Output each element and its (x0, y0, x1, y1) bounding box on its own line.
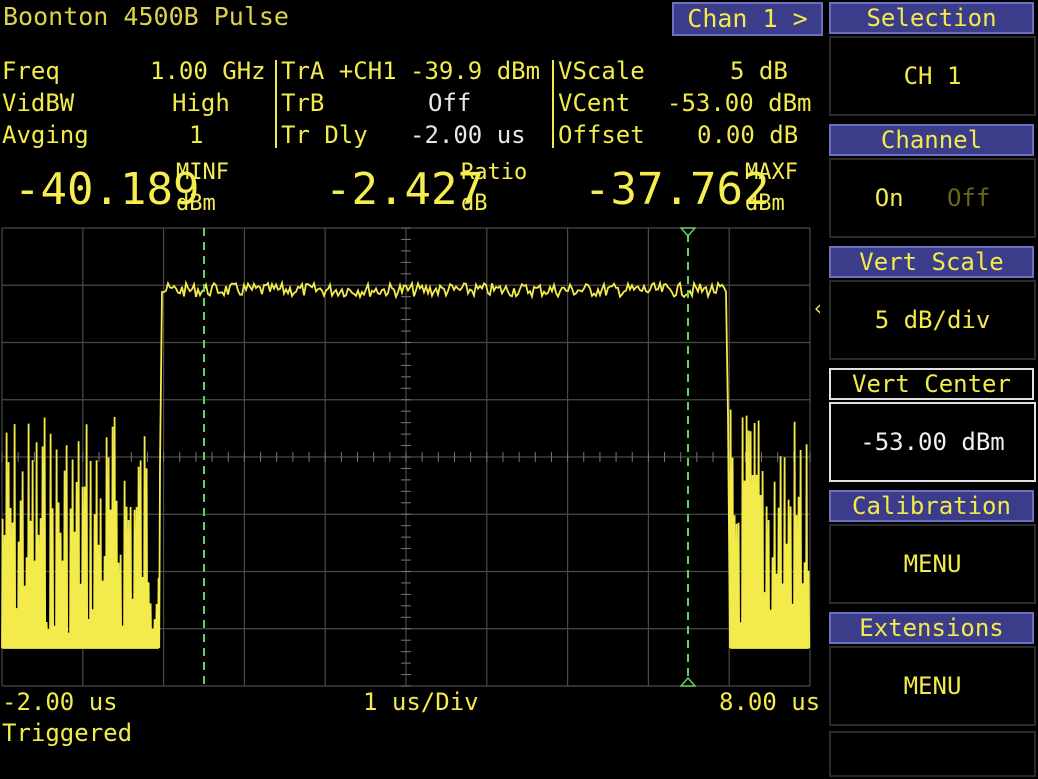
reference-arrow-icon: ‹ (812, 296, 825, 320)
param-label-freq: Freq (2, 57, 60, 85)
readout-minf-value: -40.189 (14, 164, 200, 215)
menu-selection-value[interactable]: CH 1 (829, 36, 1036, 116)
menu-calibration-value[interactable]: MENU (829, 524, 1036, 604)
readout-maxf-unit: dBm (745, 191, 785, 216)
column-separator (552, 60, 554, 148)
param-value-freq: 1.00 GHz (150, 57, 266, 85)
menu-channel-toggle[interactable]: On Off (829, 158, 1036, 238)
param-label-tra: TrA +CH1 (281, 57, 397, 85)
param-label-vidbw: VidBW (2, 89, 75, 117)
param-value-trdly: -2.00 us (410, 121, 526, 149)
readout-maxf-value: -37.762 (584, 164, 770, 215)
time-end-label: 8.00 us (719, 688, 821, 716)
channel-on-option[interactable]: On (875, 184, 904, 212)
trigger-status: Triggered (2, 719, 133, 747)
param-label-vscale: VScale (558, 57, 645, 85)
param-label-trdly: Tr Dly (281, 121, 368, 149)
marker-bottom-triangle (679, 676, 697, 687)
readout-minf: -40.189 (14, 165, 199, 215)
param-label-vcent: VCent (558, 89, 631, 117)
menu-extensions-value[interactable]: MENU (829, 646, 1036, 726)
readout-minf-label: MINF (176, 160, 229, 185)
channel-off-option[interactable]: Off (947, 184, 990, 212)
param-value-offset: 0.00 dB (697, 121, 799, 149)
readout-maxf-label: MAXF (745, 160, 798, 185)
readout-minf-unit: dBm (176, 191, 216, 216)
waveform-display[interactable] (0, 226, 812, 688)
param-value-trb: Off (428, 89, 472, 117)
menu-extensions-title[interactable]: Extensions (829, 612, 1034, 644)
param-value-tra: -39.9 dBm (410, 57, 541, 85)
param-label-avging: Avging (2, 121, 89, 149)
menu-empty-slot (829, 731, 1036, 777)
menu-vscale-title[interactable]: Vert Scale (829, 246, 1034, 278)
instrument-title: Boonton 4500B Pulse (3, 2, 289, 31)
param-value-vidbw: High (172, 89, 230, 117)
menu-vcenter-title[interactable]: Vert Center (829, 368, 1034, 400)
readout-ratio-unit: dB (461, 191, 488, 216)
channel-select-button[interactable]: Chan 1 > (672, 2, 823, 36)
param-label-trb: TrB (281, 89, 325, 117)
menu-vscale-value[interactable]: 5 dB/div (829, 280, 1036, 360)
param-value-vcent: -53.00 dBm (667, 89, 812, 117)
menu-channel-title[interactable]: Channel (829, 124, 1034, 156)
readout-maxf: -37.762 (584, 165, 769, 215)
menu-calibration-title[interactable]: Calibration (829, 490, 1034, 522)
param-value-avging: 1 (189, 121, 204, 149)
readout-ratio-label: Ratio (461, 160, 528, 185)
timebase-label: 1 us/Div (363, 688, 479, 716)
param-value-vscale: 5 dB (730, 57, 788, 85)
menu-selection-title[interactable]: Selection (829, 2, 1034, 34)
time-start-label: -2.00 us (2, 688, 118, 716)
menu-vcenter-value[interactable]: -53.00 dBm (829, 402, 1036, 482)
column-separator (275, 60, 277, 148)
param-label-offset: Offset (558, 121, 645, 149)
